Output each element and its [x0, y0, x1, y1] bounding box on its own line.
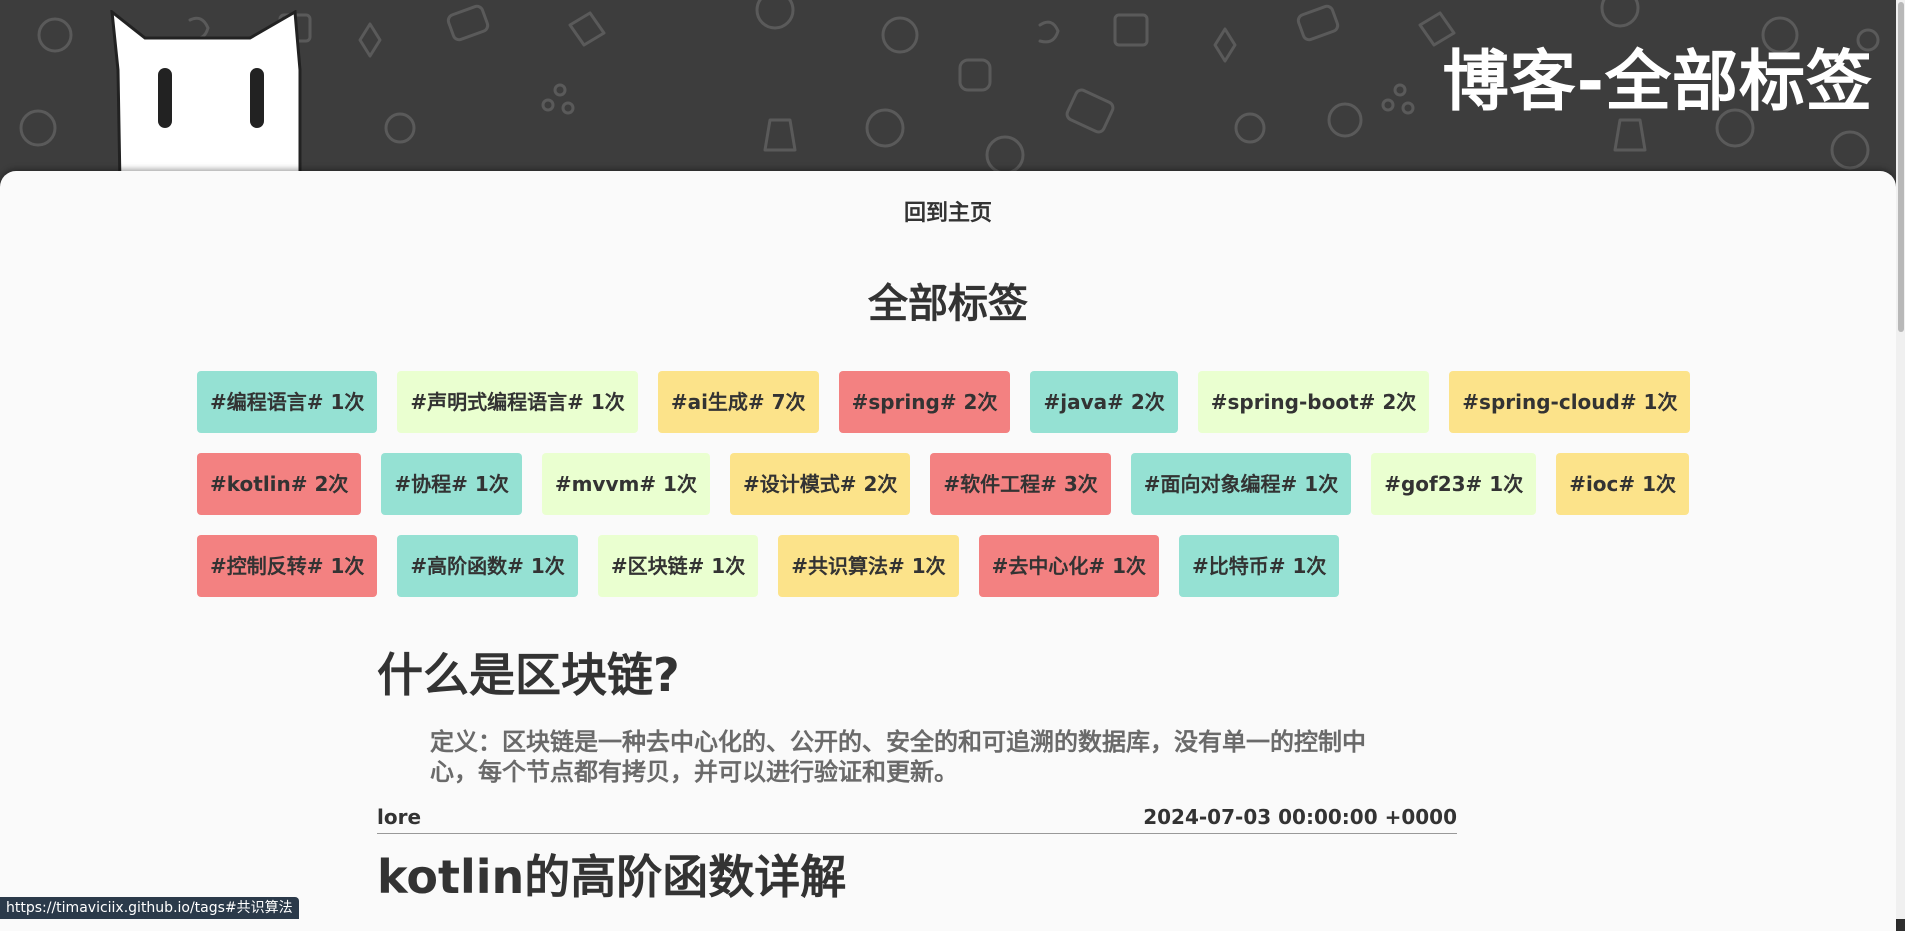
page-title: 全部标签: [868, 281, 1028, 327]
post-excerpt: 定义：区块链是一种去中心化的、公开的、安全的和可追溯的数据库，没有单一的控制中心…: [430, 728, 1366, 786]
status-bar-url: https://timaviciix.github.io/tags#共识算法: [0, 897, 299, 919]
tag-chip[interactable]: #spring-boot# 2次: [1197, 371, 1430, 433]
post-date: 2024-07-03 00:00:00 +0000: [1143, 805, 1457, 829]
tag-row: #kotlin# 2次 #协程# 1次 #mvvm# 1次 #设计模式# 2次 …: [197, 453, 1690, 515]
tag-chip[interactable]: #面向对象编程# 1次: [1130, 453, 1352, 515]
tag-chip[interactable]: #共识算法# 1次: [778, 535, 959, 597]
tag-row: #编程语言# 1次 #声明式编程语言# 1次 #ai生成# 7次 #spring…: [197, 371, 1691, 433]
cat-mascot-logo: [110, 10, 302, 185]
tag-chip[interactable]: #spring-cloud# 1次: [1449, 371, 1691, 433]
tag-chip[interactable]: #区块链# 1次: [597, 535, 759, 597]
post-title[interactable]: 什么是区块链?: [377, 639, 680, 705]
site-title: 博客-全部标签: [1442, 43, 1873, 120]
tag-chip[interactable]: #控制反转# 1次: [197, 535, 378, 597]
tag-chip[interactable]: #协程# 1次: [381, 453, 522, 515]
tag-chip[interactable]: #ioc# 1次: [1556, 453, 1690, 515]
tag-chip[interactable]: #设计模式# 2次: [729, 453, 911, 515]
tag-row: #控制反转# 1次 #高阶函数# 1次 #区块链# 1次 #共识算法# 1次 #…: [197, 535, 1597, 597]
tag-chip[interactable]: #gof23# 1次: [1371, 453, 1537, 515]
scrollbar-thumb[interactable]: [1898, 2, 1904, 332]
tag-chip[interactable]: #声明式编程语言# 1次: [397, 371, 638, 433]
tag-cloud: #编程语言# 1次 #声明式编程语言# 1次 #ai生成# 7次 #spring…: [197, 371, 1691, 617]
home-link[interactable]: 回到主页: [0, 195, 1896, 227]
page-scrollbar[interactable]: [1896, 0, 1905, 919]
tag-chip[interactable]: #编程语言# 1次: [197, 371, 378, 433]
post-title[interactable]: kotlin的高阶函数详解: [377, 841, 846, 907]
header-banner: 博客-全部标签: [0, 0, 1905, 185]
tag-chip[interactable]: #软件工程# 3次: [930, 453, 1111, 515]
tag-chip[interactable]: #kotlin# 2次: [197, 453, 362, 515]
tag-chip[interactable]: #高阶函数# 1次: [397, 535, 578, 597]
tag-chip[interactable]: #比特币# 1次: [1179, 535, 1340, 597]
tag-chip[interactable]: #spring# 2次: [838, 371, 1011, 433]
tag-chip[interactable]: #去中心化# 1次: [978, 535, 1160, 597]
post-author: lore: [377, 805, 422, 829]
post-meta: lore 2024-07-03 00:00:00 +0000: [377, 803, 1457, 834]
tag-chip[interactable]: #ai生成# 7次: [657, 371, 819, 433]
main-content-card: 回到主页 全部标签 #编程语言# 1次 #声明式编程语言# 1次 #ai生成# …: [0, 171, 1896, 931]
tag-chip[interactable]: #java# 2次: [1030, 371, 1178, 433]
tag-chip[interactable]: #mvvm# 1次: [541, 453, 710, 515]
